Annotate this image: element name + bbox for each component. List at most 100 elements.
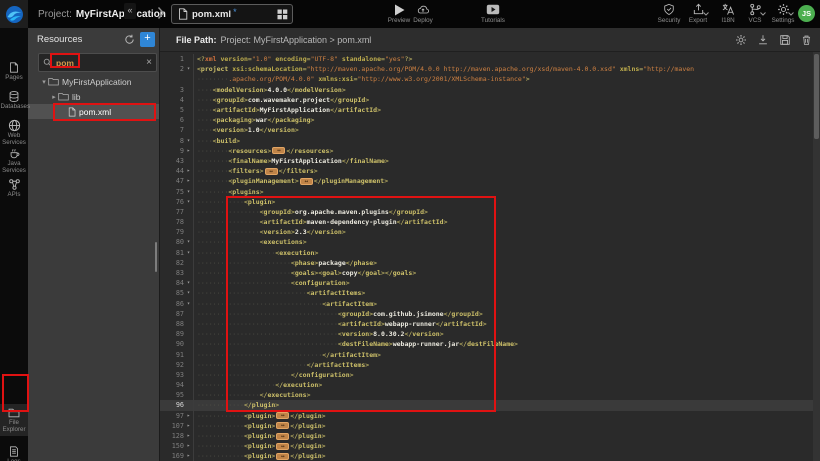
indent-whitespace-dots: ························	[197, 259, 291, 267]
code-line[interactable]: 89····································<v…	[160, 329, 820, 339]
code-line[interactable]: 80▾················<executions>	[160, 237, 820, 247]
code-line-active[interactable]: 96············</plugin>	[160, 400, 820, 410]
fold-closed-icon[interactable]: ▸	[184, 433, 193, 439]
fold-open-icon[interactable]: ▾	[184, 138, 193, 144]
code-line[interactable]: 95················</executions>	[160, 390, 820, 400]
topbar-action-export[interactable]: Export	[681, 3, 715, 24]
fold-closed-icon[interactable]: ▸	[184, 443, 193, 449]
code-line[interactable]: 8▾····<build>	[160, 136, 820, 146]
code-line[interactable]: 90····································<d…	[160, 339, 820, 349]
code-editor[interactable]: 1<?xml version="1.0" encoding="UTF-8" st…	[160, 52, 820, 461]
code-line[interactable]: 79················<version>2.3</version>	[160, 227, 820, 237]
collapsed-code-pill[interactable]: ↔	[276, 412, 289, 419]
code-line[interactable]: 85▾····························<artifact…	[160, 288, 820, 298]
code-line[interactable]: 1<?xml version="1.0" encoding="UTF-8" st…	[160, 54, 820, 64]
code-line[interactable]: 2▾<project xsi:schemaLocation="http://ma…	[160, 64, 820, 74]
topbar-action-settings[interactable]: Settings	[766, 3, 800, 24]
panel-scrollbar[interactable]	[155, 242, 157, 272]
tab-pom-xml[interactable]: pom.xml *	[171, 4, 293, 24]
collapsed-code-pill[interactable]: ↔	[276, 443, 289, 450]
collapsed-code-pill[interactable]: ↔	[276, 422, 289, 429]
fold-open-icon[interactable]: ▾	[184, 290, 193, 296]
fold-closed-icon[interactable]: ▸	[184, 178, 193, 184]
code-line[interactable]: 77················<groupId>org.apache.ma…	[160, 207, 820, 217]
code-line[interactable]: 83························<goals><goal>c…	[160, 268, 820, 278]
fold-open-icon[interactable]: ▾	[184, 66, 193, 72]
code-line[interactable]: 7····<version>1.0</version>	[160, 125, 820, 135]
refresh-icon[interactable]	[124, 34, 135, 45]
code-line[interactable]: 169▸············<plugin>↔</plugin>	[160, 451, 820, 461]
sidebar-item-databases[interactable]: Databases	[0, 90, 28, 111]
code-line[interactable]: 81▾····················<execution>	[160, 248, 820, 258]
sidebar-item-file-explorer[interactable]: File Explorer	[0, 404, 28, 436]
fold-open-icon[interactable]: ▾	[184, 301, 193, 307]
search-box[interactable]: pom ×	[38, 53, 157, 72]
delete-icon[interactable]	[801, 34, 812, 46]
fold-closed-icon[interactable]: ▸	[184, 148, 193, 154]
fold-closed-icon[interactable]: ▸	[184, 168, 193, 174]
settings-icon[interactable]	[735, 34, 747, 46]
topbar-action-tutorials[interactable]: Tutorials	[476, 3, 510, 24]
code-line[interactable]: 128▸············<plugin>↔</plugin>	[160, 431, 820, 441]
code-line[interactable]: 4····<groupId>com.wavemaker.project</gro…	[160, 95, 820, 105]
code-line[interactable]: 97▸············<plugin>↔</plugin>	[160, 411, 820, 421]
editor-scrollbar-thumb[interactable]	[814, 54, 819, 139]
fold-open-icon[interactable]: ▾	[184, 199, 193, 205]
code-line[interactable]: 91································</arti…	[160, 349, 820, 359]
fold-closed-icon[interactable]: ▸	[184, 453, 193, 459]
code-line[interactable]: 47▸········<pluginManagement>↔</pluginMa…	[160, 176, 820, 186]
fold-closed-icon[interactable]: ▸	[184, 423, 193, 429]
editor-scrollbar[interactable]	[813, 52, 820, 461]
code-line[interactable]: 3····<modelVersion>4.0.0</modelVersion>	[160, 85, 820, 95]
sidebar-item-java-services[interactable]: Java Services	[0, 148, 28, 175]
collapsed-code-pill[interactable]: ↔	[276, 433, 289, 440]
code-line[interactable]: 44▸········<filters>↔</filters>	[160, 166, 820, 176]
code-line[interactable]: 88····································<a…	[160, 319, 820, 329]
avatar[interactable]: JS	[798, 5, 815, 22]
code-line[interactable]: 150▸············<plugin>↔</plugin>	[160, 441, 820, 451]
code-line[interactable]: 93························</configuratio…	[160, 370, 820, 380]
code-line[interactable]: ········.apache.org/POM/4.0.0" xmlns:xsi…	[160, 74, 820, 84]
code-line[interactable]: 6····<packaging>war</packaging>	[160, 115, 820, 125]
grid-icon[interactable]	[277, 9, 288, 20]
sidebar-item-pages[interactable]: Pages	[0, 61, 28, 82]
code-line[interactable]: 5····<artifactId>MyFirstApplication</art…	[160, 105, 820, 115]
code-line[interactable]: 92····························</artifact…	[160, 360, 820, 370]
fold-closed-icon[interactable]: ▸	[184, 413, 193, 419]
tree-caret-icon[interactable]: ▾	[40, 78, 48, 86]
code-line[interactable]: 82························<phase>package…	[160, 258, 820, 268]
fold-open-icon[interactable]: ▾	[184, 280, 193, 286]
code-line[interactable]: 107▸············<plugin>↔</plugin>	[160, 421, 820, 431]
fold-open-icon[interactable]: ▾	[184, 189, 193, 195]
code-line[interactable]: 76▾············<plugin>	[160, 197, 820, 207]
code-line[interactable]: 84▾························<configuratio…	[160, 278, 820, 288]
code-line[interactable]: 75▾········<plugins>	[160, 186, 820, 196]
tree-caret-icon[interactable]: ▸	[50, 93, 58, 101]
fold-open-icon[interactable]: ▾	[184, 239, 193, 245]
code-line[interactable]: 78················<artifactId>maven-depe…	[160, 217, 820, 227]
tree-item-myfirstapplication[interactable]: ▾MyFirstApplication	[28, 74, 159, 89]
collapsed-code-pill[interactable]: ↔	[272, 147, 285, 154]
code-line[interactable]: 43········<finalName>MyFirstApplication<…	[160, 156, 820, 166]
collapse-panel-button[interactable]: «	[124, 3, 136, 19]
sidebar-item-apis[interactable]: APIs	[0, 178, 28, 199]
search-input[interactable]: pom	[56, 58, 74, 68]
tree-item-lib[interactable]: ▸lib	[28, 89, 159, 104]
collapsed-code-pill[interactable]: ↔	[300, 178, 313, 185]
clear-search-icon[interactable]: ×	[146, 58, 152, 68]
sidebar-item-logs[interactable]: Logs	[0, 445, 28, 461]
code-line[interactable]: 94····················</execution>	[160, 380, 820, 390]
tree-item-pom-xml[interactable]: pom.xml	[28, 104, 159, 119]
collapsed-code-pill[interactable]: ↔	[265, 168, 278, 175]
save-icon[interactable]	[779, 34, 791, 46]
topbar-action-deploy[interactable]: Deploy	[406, 3, 440, 24]
wavemaker-logo[interactable]	[0, 0, 28, 28]
code-line[interactable]: 86▾································<arti…	[160, 299, 820, 309]
sidebar-item-web-services[interactable]: Web Services	[0, 119, 28, 147]
download-icon[interactable]	[757, 34, 769, 46]
collapsed-code-pill[interactable]: ↔	[276, 453, 289, 460]
code-line[interactable]: 9▸········<resources>↔</resources>	[160, 146, 820, 156]
add-resource-button[interactable]: +	[140, 32, 155, 47]
fold-open-icon[interactable]: ▾	[184, 250, 193, 256]
code-line[interactable]: 87····································<g…	[160, 309, 820, 319]
